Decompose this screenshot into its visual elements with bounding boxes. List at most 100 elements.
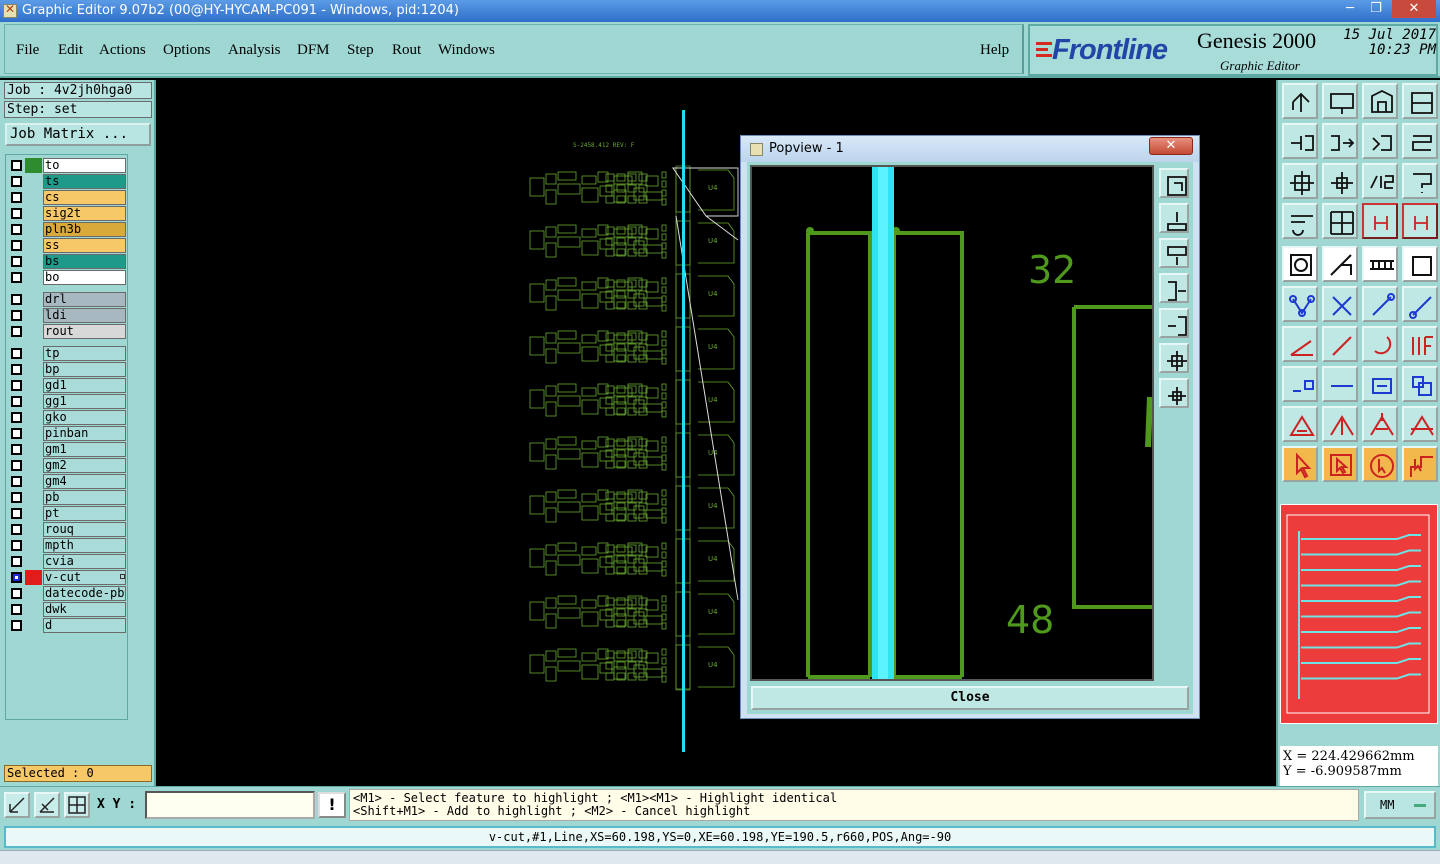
net-icon[interactable] xyxy=(1282,286,1318,322)
layer-row-pln3b[interactable]: pln3b xyxy=(8,222,126,237)
popview-close-icon[interactable]: ✕ xyxy=(1149,137,1193,155)
layer-row-d[interactable]: d xyxy=(8,618,126,633)
layer-checkbox[interactable] xyxy=(11,620,22,631)
layer-row-gm1[interactable]: gm1 xyxy=(8,442,126,457)
straight-line-icon[interactable] xyxy=(1322,326,1358,362)
fit-all-icon[interactable] xyxy=(1282,163,1318,199)
board-row[interactable] xyxy=(529,167,735,213)
layer-checkbox[interactable] xyxy=(11,380,22,391)
menu-options[interactable]: Options xyxy=(163,42,211,59)
scale-1to2-icon[interactable] xyxy=(1362,163,1398,199)
layer-row-gm4[interactable]: gm4 xyxy=(8,474,126,489)
layer-row-datecode-pbc[interactable]: datecode-pbc xyxy=(8,586,126,601)
measure-icon[interactable] xyxy=(34,792,60,818)
line-tool-icon[interactable] xyxy=(1322,246,1358,282)
layer-row-sig2t[interactable]: sig2t xyxy=(8,206,126,221)
layer-checkbox[interactable] xyxy=(11,348,22,359)
layer-checkbox[interactable] xyxy=(11,540,22,551)
snap-icon[interactable] xyxy=(4,792,30,818)
layer-row-gg1[interactable]: gg1 xyxy=(8,394,126,409)
board-row[interactable] xyxy=(529,326,735,372)
xy-input[interactable] xyxy=(145,791,315,819)
menu-edit[interactable]: Edit xyxy=(58,42,83,59)
help-icon[interactable] xyxy=(1402,163,1438,199)
layer-checkbox[interactable] xyxy=(11,492,22,503)
job-matrix-button[interactable]: Job Matrix ... xyxy=(5,123,151,146)
redraw-icon[interactable] xyxy=(1402,123,1438,159)
layer-row-rouq[interactable]: rouq xyxy=(8,522,126,537)
polygon-c-icon[interactable] xyxy=(1362,406,1398,442)
layer-row-bs[interactable]: bs xyxy=(8,254,126,269)
polygon-d-icon[interactable] xyxy=(1402,406,1438,442)
layer-row-pb[interactable]: pb xyxy=(8,490,126,505)
layer-checkbox[interactable] xyxy=(11,192,22,203)
layer-checkbox[interactable] xyxy=(11,294,22,305)
popview-close-button[interactable]: Close xyxy=(751,686,1189,710)
menu-step[interactable]: Step xyxy=(347,42,374,59)
board-row[interactable] xyxy=(529,220,735,266)
layer-row-gd1[interactable]: gd1 xyxy=(8,378,126,393)
board-row[interactable] xyxy=(529,538,735,584)
overlap-icon[interactable] xyxy=(1402,366,1438,402)
select-box-icon[interactable] xyxy=(1322,446,1358,482)
layer-checkbox[interactable] xyxy=(11,364,22,375)
layer-checkbox[interactable] xyxy=(11,240,22,251)
layer-row-drl[interactable]: drl xyxy=(8,292,126,307)
select-path-icon[interactable] xyxy=(1402,446,1438,482)
pv-zoom-icon[interactable] xyxy=(1159,168,1189,198)
restore-button[interactable]: ❐ xyxy=(1362,0,1390,18)
layer-row-dwk[interactable]: dwk xyxy=(8,602,126,617)
pad-tool-icon[interactable] xyxy=(1282,246,1318,282)
window-close-button[interactable]: ✕ xyxy=(1392,0,1436,18)
layer-row-pt[interactable]: pt xyxy=(8,506,126,521)
layer-checkbox[interactable] xyxy=(11,508,22,519)
grid-view-icon[interactable] xyxy=(1322,203,1358,239)
delete-icon[interactable] xyxy=(1322,286,1358,322)
pv-pan-down-icon[interactable] xyxy=(1159,238,1189,268)
square-pad-icon[interactable] xyxy=(1402,246,1438,282)
layer-checkbox[interactable] xyxy=(11,208,22,219)
layer-checkbox[interactable] xyxy=(11,310,22,321)
resize-icon[interactable] xyxy=(1282,366,1318,402)
move-point-icon[interactable] xyxy=(1362,286,1398,322)
layer-row-rout[interactable]: rout xyxy=(8,324,126,339)
layer-row-bp[interactable]: bp xyxy=(8,362,126,377)
home-icon[interactable] xyxy=(1362,83,1398,119)
layer-checkbox[interactable] xyxy=(11,160,22,171)
minimize-button[interactable]: ─ xyxy=(1336,0,1364,18)
menu-analysis[interactable]: Analysis xyxy=(228,42,281,59)
arc-icon[interactable] xyxy=(1362,326,1398,362)
layer-row-ts[interactable]: ts xyxy=(8,174,126,189)
layer-row-bo[interactable]: bo xyxy=(8,270,126,285)
menu-windows[interactable]: Windows xyxy=(438,42,495,59)
board-row[interactable] xyxy=(529,432,735,478)
layer-row-ss[interactable]: ss xyxy=(8,238,126,253)
polygon-a-icon[interactable] xyxy=(1282,406,1318,442)
units-selector[interactable]: MM xyxy=(1364,791,1436,819)
menu-file[interactable]: File xyxy=(16,42,39,59)
copy-point-icon[interactable] xyxy=(1402,286,1438,322)
popview-viewport[interactable]: 32 48 xyxy=(750,165,1154,681)
layer-list-scrollbar[interactable] xyxy=(130,154,152,720)
zoom-center-icon[interactable] xyxy=(1322,163,1358,199)
layer-row-pinban[interactable]: pinban xyxy=(8,426,126,441)
layer-row-cvia[interactable]: cvia xyxy=(8,554,126,569)
zoom-left-icon[interactable] xyxy=(1282,123,1318,159)
board-row[interactable] xyxy=(529,591,735,637)
layer-compare-icon[interactable] xyxy=(1362,203,1398,239)
layer-row-mpth[interactable]: mpth xyxy=(8,538,126,553)
layer-checkbox[interactable] xyxy=(11,604,22,615)
move-up-icon[interactable] xyxy=(1282,83,1318,119)
layer-checkbox[interactable] xyxy=(11,396,22,407)
layer-row-tp[interactable]: tp xyxy=(8,346,126,361)
layer-row-gm2[interactable]: gm2 xyxy=(8,458,126,473)
layer-checkbox[interactable] xyxy=(11,428,22,439)
fill-icon[interactable] xyxy=(1362,366,1398,402)
layer-checkbox[interactable] xyxy=(11,326,22,337)
layer-checkbox[interactable] xyxy=(11,224,22,235)
grid-icon[interactable] xyxy=(64,792,90,818)
board-row[interactable] xyxy=(529,485,735,531)
layer-checkbox[interactable] xyxy=(11,556,22,567)
execute-button[interactable]: ! xyxy=(318,792,346,818)
zoom-right-icon[interactable] xyxy=(1322,123,1358,159)
